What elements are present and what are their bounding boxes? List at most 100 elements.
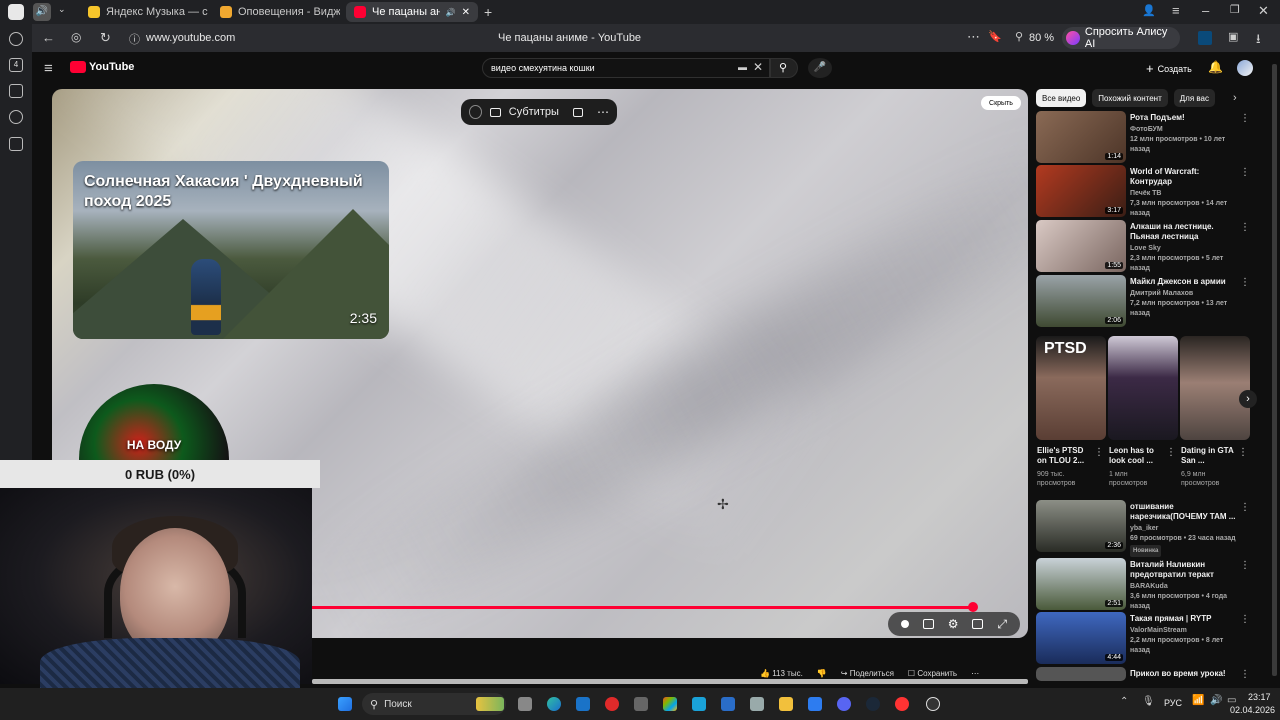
progress-scrubber[interactable] [968, 602, 978, 612]
app-icon[interactable] [634, 697, 648, 711]
store-icon[interactable] [663, 697, 677, 711]
zoom-search-icon[interactable]: ⚲ [1015, 30, 1023, 43]
short-menu-icon[interactable]: ⋮ [1166, 447, 1176, 458]
short-menu-icon[interactable]: ⋮ [1094, 447, 1104, 458]
horizontal-scrollbar[interactable] [312, 679, 1028, 684]
clear-search-icon[interactable]: ✕ [753, 60, 763, 74]
short-title[interactable]: Leon has to look cool ... [1109, 446, 1167, 466]
subtitles-label[interactable]: Субтитры [509, 106, 559, 118]
related-video[interactable]: 2:51 Виталий Наливкин предотвратил терак… [1036, 558, 1252, 610]
clock-date[interactable]: 02.04.2026 [1230, 705, 1275, 715]
like-button[interactable]: 👍 113 тыс. [760, 669, 803, 678]
fullscreen-icon[interactable]: ⤢ [997, 617, 1007, 632]
browser-logo-icon[interactable] [8, 4, 24, 20]
related-video[interactable]: 1:55 Алкаши на лестнице. Пьяная лестница… [1036, 220, 1252, 272]
obs-icon[interactable] [926, 697, 940, 711]
video-menu-icon[interactable]: ⋮ [1240, 222, 1250, 233]
tab-notifications[interactable]: Оповещения - Виджеты [212, 2, 340, 22]
video-menu-icon[interactable]: ⋮ [1240, 669, 1250, 680]
outlook-icon[interactable] [576, 697, 590, 711]
reload-icon[interactable]: ↻ [100, 30, 111, 46]
short-card[interactable] [1108, 336, 1178, 440]
hide-button[interactable]: Скрыть [981, 96, 1021, 110]
extension-icon[interactable] [1198, 31, 1212, 45]
youtube-logo[interactable]: YouTube [70, 61, 134, 73]
end-screen-video-card[interactable]: Солнечная Хакасия ' Двухдневный поход 20… [73, 161, 389, 339]
language-indicator[interactable]: РУС [1164, 698, 1182, 708]
collections-icon[interactable]: ▣ [1228, 30, 1238, 43]
vscode-icon[interactable] [721, 697, 735, 711]
search-button[interactable]: ⚲ [770, 58, 798, 78]
yandex-icon[interactable] [605, 697, 619, 711]
camera-icon[interactable] [750, 697, 764, 711]
clock-time[interactable]: 23:17 [1248, 692, 1271, 702]
tray-expand-icon[interactable]: ⌃ [1120, 696, 1128, 707]
shorts-next-icon[interactable]: › [1239, 390, 1257, 408]
task-view-icon[interactable] [518, 697, 532, 711]
url-text[interactable]: www.youtube.com [146, 32, 235, 44]
downloads-icon[interactable]: ⭳ [1256, 30, 1261, 52]
widgets-icon[interactable] [476, 697, 504, 711]
related-video[interactable]: 1:14 Рота Подъем! ФотоБУМ 12 млн просмот… [1036, 111, 1252, 163]
bookmark-icon[interactable]: 🔖 [988, 30, 1002, 43]
video-menu-icon[interactable]: ⋮ [1240, 167, 1250, 178]
maximize-button[interactable]: ❐ [1230, 3, 1240, 16]
tabs-dropdown-icon[interactable]: ⌄ [58, 4, 66, 15]
tab-audio-icon[interactable]: 🔊 [446, 8, 456, 17]
related-video[interactable]: 4:44 Такая прямая | RYTP ValorMainStream… [1036, 612, 1252, 664]
subtitles-icon[interactable] [489, 107, 501, 117]
chip-all-videos[interactable]: Все видео [1036, 89, 1087, 107]
short-title[interactable]: Dating in GTA San ... [1181, 446, 1239, 466]
avatar[interactable] [1237, 60, 1253, 76]
related-video[interactable]: Прикол во время урока! ⋮ [1036, 667, 1252, 681]
minimize-button[interactable]: – [1202, 3, 1209, 18]
profile-icon[interactable]: 👤 [1142, 4, 1156, 17]
discord-icon[interactable] [837, 697, 851, 711]
explorer-icon[interactable] [779, 697, 793, 711]
history-icon[interactable] [9, 110, 23, 124]
hamburger-menu-icon[interactable]: ≡ [44, 60, 53, 77]
new-tab-button[interactable]: + [484, 4, 492, 20]
play-icon[interactable] [9, 32, 23, 46]
yandex-translate-icon[interactable] [469, 105, 482, 119]
steam-icon[interactable] [866, 697, 880, 711]
related-video[interactable]: 2:06 Майкл Джексон в армии Дмитрий Малах… [1036, 275, 1252, 327]
miniplayer-icon[interactable] [972, 619, 984, 629]
captions-icon[interactable] [922, 619, 934, 629]
player-more-icon[interactable]: ⋯ [597, 105, 609, 119]
alice-button[interactable]: Спросить Алису AI [1062, 26, 1180, 50]
save-button[interactable]: ☐ Сохранить [908, 669, 957, 678]
actions-more-icon[interactable]: ⋯ [971, 669, 979, 678]
more-icon[interactable]: ⋯ [967, 29, 980, 45]
video-menu-icon[interactable]: ⋮ [1240, 614, 1250, 625]
pip-icon[interactable] [572, 107, 583, 117]
chip-similar[interactable]: Похожий контент [1092, 89, 1168, 107]
screenshot-icon[interactable] [9, 84, 23, 98]
settings-gear-icon[interactable]: ⚙ [948, 617, 959, 631]
video-menu-icon[interactable]: ⋮ [1240, 560, 1250, 571]
sidebar-badge[interactable]: 4 [9, 58, 23, 72]
related-video[interactable]: 2:36 отшивание нарезчика(ПОЧЕМУ ТАМ ... … [1036, 500, 1252, 557]
yandex-browser-icon[interactable] [895, 697, 909, 711]
video-menu-icon[interactable]: ⋮ [1240, 113, 1250, 124]
back-icon[interactable]: ← [42, 30, 55, 45]
short-title[interactable]: Ellie's PTSD on TLOU 2... [1037, 446, 1095, 466]
edge-icon[interactable] [547, 697, 561, 711]
windows-start-icon[interactable] [338, 697, 352, 711]
short-card[interactable]: PTSD [1036, 336, 1106, 440]
create-button[interactable]: + Создать [1146, 61, 1192, 76]
tab-yandex-music[interactable]: Яндекс Музыка — собир [80, 2, 208, 22]
sound-icon[interactable]: 🔊 [33, 3, 51, 21]
short-card[interactable] [1180, 336, 1250, 440]
chips-next-icon[interactable]: › [1233, 92, 1237, 104]
short-menu-icon[interactable]: ⋮ [1238, 447, 1248, 458]
search-input[interactable]: видео смехуятина кошки [482, 58, 770, 78]
video-menu-icon[interactable]: ⋮ [1240, 502, 1250, 513]
voice-search-button[interactable]: 🎤 [808, 58, 832, 78]
tab-youtube[interactable]: Че пацаны аниме - 🔊 ✕ [346, 2, 478, 22]
autoplay-icon[interactable] [900, 620, 909, 628]
notes-icon[interactable] [9, 137, 23, 151]
volume-icon[interactable]: 🔊 [1210, 695, 1222, 706]
notifications-bell-icon[interactable]: 🔔 [1208, 60, 1223, 74]
video-menu-icon[interactable]: ⋮ [1240, 277, 1250, 288]
